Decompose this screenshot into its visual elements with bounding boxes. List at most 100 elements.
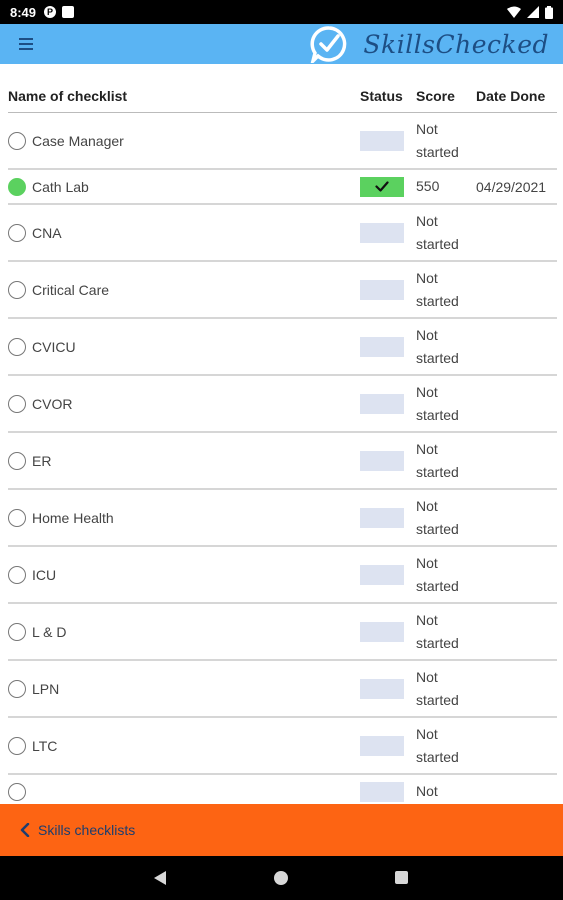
score-text-line2: started [416,634,459,651]
radio-icon[interactable] [8,736,26,755]
score-text: Not [416,554,438,571]
radio-icon[interactable] [8,131,26,150]
score-cell: Not started [416,381,476,427]
table-row[interactable]: Case Manager Not started [8,113,557,170]
radio-icon[interactable] [8,394,26,413]
checklist-table: Name of checklist Status Score Date Done… [8,80,557,810]
table-row[interactable]: CVICU Not started [8,319,557,376]
table-row[interactable]: Home Health Not started [8,490,557,547]
app-logo: SkillsChecked [309,24,549,64]
status-time: 8:49 [10,4,37,20]
bottom-bar-label: Skills checklists [38,822,136,838]
table-row[interactable]: CNA Not started [8,205,557,262]
status-cell [360,336,416,357]
header-status: Status [360,88,403,104]
checklist-name-cell: CNA [8,223,360,242]
score-text-line2: started [416,349,459,366]
signal-icon [527,6,539,18]
status-cell [360,678,416,699]
checklist-name: Cath Lab [32,178,89,195]
checklist-name: ER [32,452,52,469]
status-empty-badge [360,336,404,357]
score-text: Not [416,783,438,799]
score-cell: Not started [416,118,476,164]
table-row[interactable]: Critical Care Not started [8,262,557,319]
score-text-line2: started [416,748,459,765]
battery-icon [545,5,553,19]
radio-icon[interactable] [8,565,26,584]
status-cell [360,222,416,243]
checklist-name: Critical Care [32,281,110,298]
checklist-name: Home Health [32,509,114,526]
table-row[interactable]: L & D Not started [8,604,557,661]
status-cell [360,564,416,585]
score-cell: Not started [416,267,476,313]
score-cell: Not started [416,723,476,769]
score-text: Not [416,269,438,286]
status-empty-badge [360,735,404,756]
radio-icon[interactable] [8,622,26,641]
radio-icon[interactable] [8,223,26,242]
score-text-line2: started [416,577,459,594]
score-cell: Not started [416,495,476,541]
chevron-left-icon [20,823,30,837]
header-score: Score [416,88,455,104]
score-text: Not [416,326,438,343]
skills-checklists-button[interactable]: Skills checklists [0,804,563,856]
checklist-name-cell: Case Manager [8,131,360,150]
table-row[interactable]: LTC Not started [8,718,557,775]
app-bar: SkillsChecked [0,24,563,64]
score-text: Not [416,497,438,514]
checkmark-bubble-icon [310,26,347,63]
status-cell [360,781,416,802]
radio-icon[interactable] [8,782,26,801]
score-cell: Not started [416,666,476,712]
radio-icon[interactable] [8,337,26,356]
status-empty-badge [360,450,404,471]
checklist-name-cell: CVICU [8,337,360,356]
checklist-name-cell: LTC [8,736,360,755]
table-row[interactable]: ICU Not started [8,547,557,604]
header-date: Date Done [476,88,546,104]
score-text-line2: started [416,691,459,708]
status-empty-badge [360,621,404,642]
score-text: Not [416,212,438,229]
checklist-name: ICU [32,566,57,583]
notification-p-icon: P [44,6,57,18]
radio-icon[interactable] [8,451,26,470]
header-name: Name of checklist [8,88,128,104]
radio-icon[interactable] [8,508,26,527]
table-row[interactable]: CVOR Not started [8,376,557,433]
back-icon[interactable] [153,870,167,886]
score-text-line2: started [416,406,459,423]
completed-radio-icon[interactable] [8,177,26,196]
status-empty-badge [360,279,404,300]
menu-button[interactable] [14,32,38,56]
score-cell: Not started [416,324,476,370]
status-cell [360,279,416,300]
table-row[interactable]: ER Not started [8,433,557,490]
wifi-icon [507,6,521,18]
radio-icon[interactable] [8,280,26,299]
table-row[interactable]: LPN Not started [8,661,557,718]
checklist-name: CNA [32,224,62,241]
radio-icon[interactable] [8,679,26,698]
checklist-name-cell: L & D [8,622,360,641]
status-empty-badge [360,222,404,243]
home-icon[interactable] [274,871,288,885]
checklist-name-cell: ER [8,451,360,470]
status-cell [360,176,416,197]
recent-apps-icon[interactable] [395,871,408,884]
score-text-line2: started [416,463,459,480]
check-icon [375,181,389,192]
score-cell: Not [416,780,476,803]
notification-app-icon [62,6,75,18]
status-empty-badge [360,130,404,151]
checklist-name-cell: CVOR [8,394,360,413]
score-cell: 550 [416,175,476,198]
score-text-line2: started [416,143,459,160]
status-cell [360,130,416,151]
score-text: Not [416,440,438,457]
table-row[interactable]: Cath Lab 550 04/29/2021 [8,170,557,205]
score-text-line2: started [416,235,459,252]
